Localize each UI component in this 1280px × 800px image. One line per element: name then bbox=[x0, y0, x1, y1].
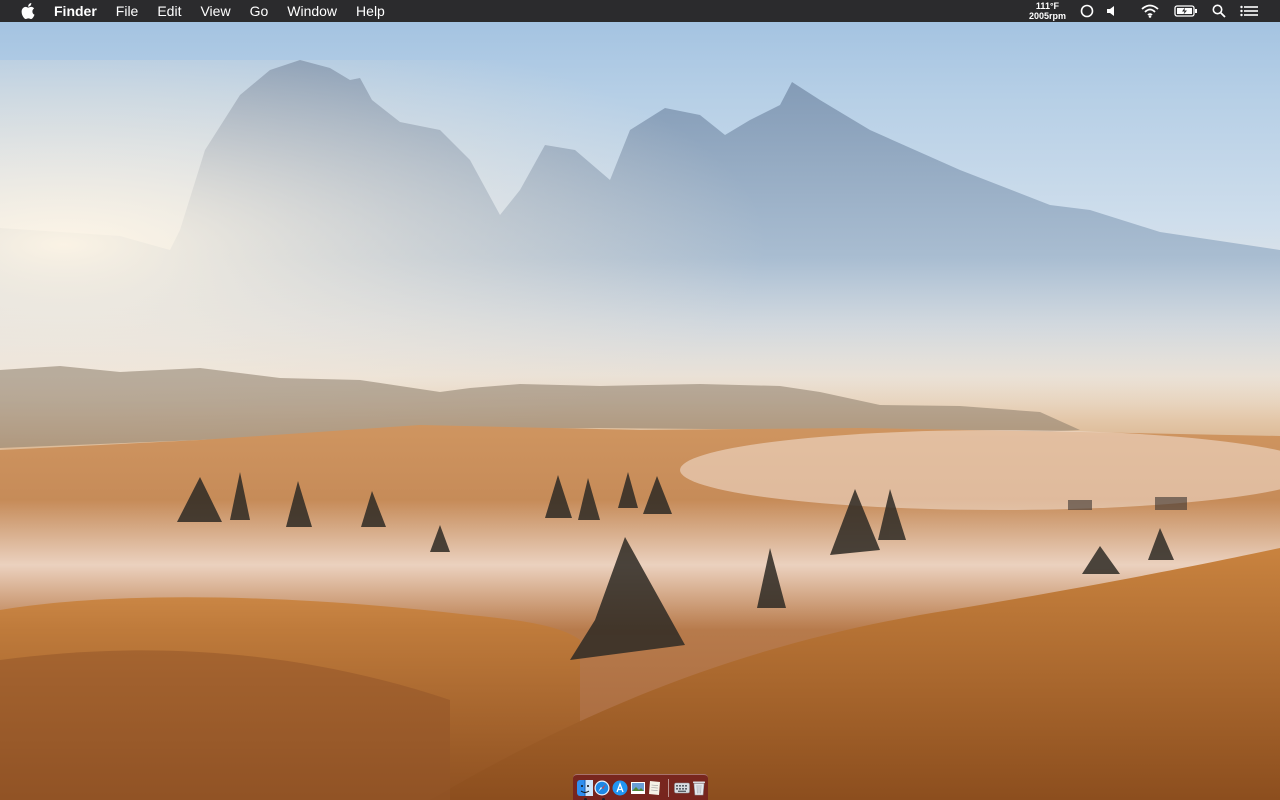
finder-icon[interactable] bbox=[576, 778, 594, 800]
textedit-icon[interactable] bbox=[646, 778, 664, 798]
cpu-temperature: 111°F bbox=[1035, 1, 1060, 11]
menu-edit[interactable]: Edit bbox=[157, 0, 181, 22]
battery-charging-icon[interactable] bbox=[1174, 0, 1198, 22]
desktop-wallpaper bbox=[0, 0, 1280, 800]
dock-separator bbox=[667, 778, 669, 797]
preview-icon[interactable] bbox=[629, 778, 647, 798]
spotlight-search-icon[interactable] bbox=[1212, 0, 1226, 22]
keyboard-icon[interactable] bbox=[673, 778, 691, 798]
menu-go[interactable]: Go bbox=[250, 0, 269, 22]
volume-icon[interactable] bbox=[1106, 0, 1118, 22]
menu-bar: Finder File Edit View Go Window Help 111… bbox=[0, 0, 1280, 22]
menu-file[interactable]: File bbox=[116, 0, 139, 22]
fan-speed: 2005rpm bbox=[1028, 11, 1066, 21]
notification-center-icon[interactable] bbox=[1240, 0, 1258, 22]
trash-icon[interactable] bbox=[690, 778, 708, 798]
apple-menu-icon[interactable] bbox=[19, 2, 37, 20]
menu-window[interactable]: Window bbox=[287, 0, 337, 22]
wallpaper-landscape bbox=[0, 60, 1280, 800]
dock bbox=[573, 774, 708, 800]
menu-view[interactable]: View bbox=[200, 0, 230, 22]
wifi-icon[interactable] bbox=[1140, 0, 1160, 22]
menu-help[interactable]: Help bbox=[356, 0, 385, 22]
safari-icon[interactable] bbox=[594, 778, 612, 800]
menu-app-finder[interactable]: Finder bbox=[54, 0, 97, 22]
system-stats-widget[interactable]: 111°F 2005rpm bbox=[1029, 1, 1066, 21]
circle-icon[interactable] bbox=[1080, 0, 1094, 22]
app-store-icon[interactable] bbox=[611, 778, 629, 798]
menu-bar-status-area: 111°F 2005rpm bbox=[1029, 0, 1280, 22]
